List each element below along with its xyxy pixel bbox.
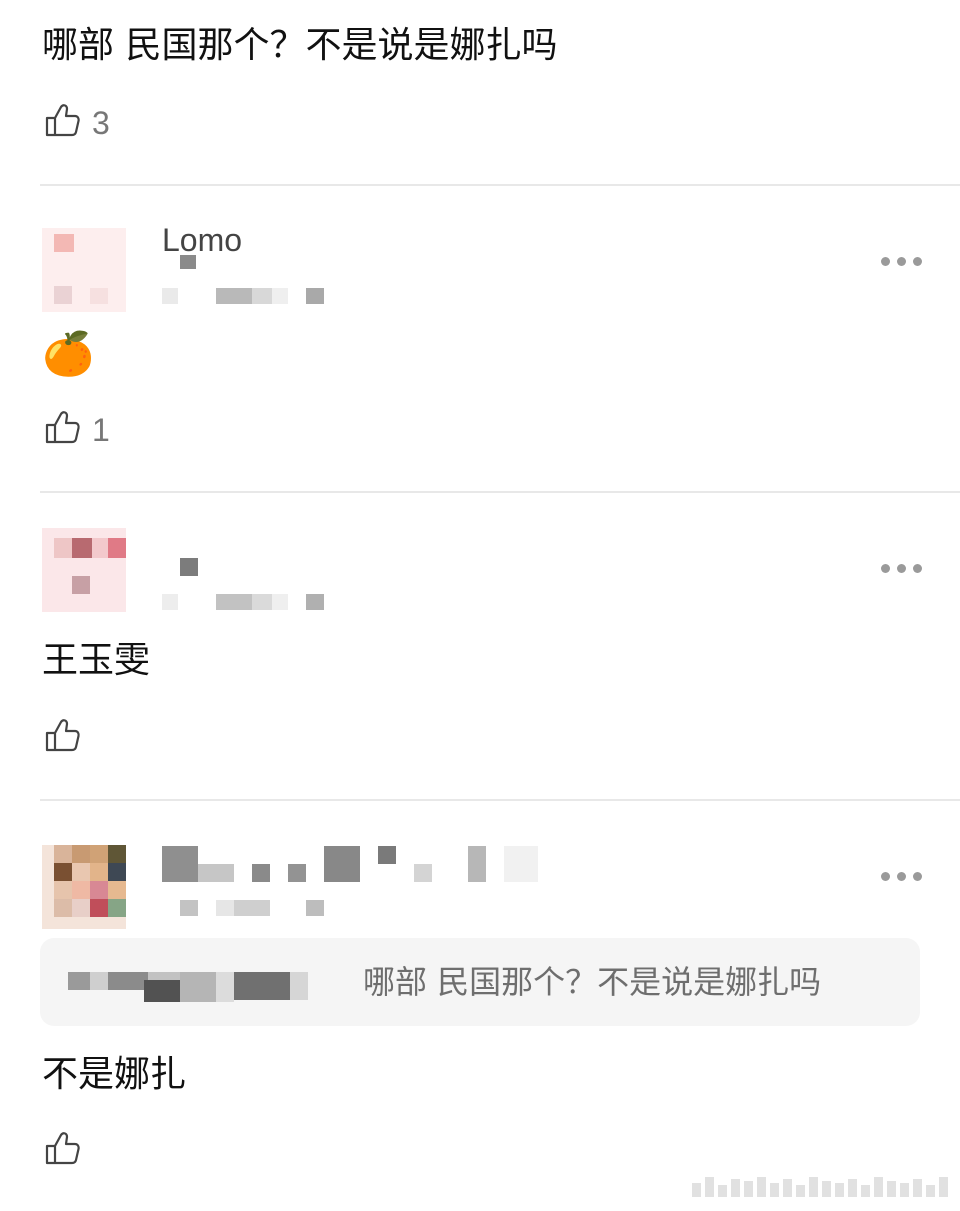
divider — [40, 799, 960, 801]
thumbs-up-icon — [42, 408, 82, 452]
more-icon[interactable] — [881, 558, 922, 578]
divider — [40, 491, 960, 493]
like-button[interactable] — [42, 716, 92, 760]
like-button[interactable]: 3 — [42, 101, 110, 145]
thumbs-up-icon — [42, 716, 82, 760]
thumbs-up-icon — [42, 1129, 82, 1173]
divider — [40, 184, 960, 186]
thumbs-up-icon — [42, 101, 82, 145]
comment-text: 不是娜扎 — [42, 1054, 187, 1095]
more-icon[interactable] — [881, 251, 922, 271]
avatar[interactable] — [42, 845, 126, 929]
like-button[interactable] — [42, 1129, 92, 1173]
watermark — [692, 1177, 948, 1197]
quoted-comment-text: 哪部 民国那个？不是说是娜扎吗 — [363, 963, 822, 1001]
comment-text: 哪部 民国那个？不是说是娜扎吗 — [42, 25, 558, 66]
like-count: 1 — [92, 411, 110, 448]
like-button[interactable]: 1 — [42, 408, 110, 452]
username[interactable]: Lomo — [162, 222, 242, 259]
avatar[interactable] — [42, 228, 126, 312]
quoted-reply[interactable]: 哪部 民国那个？不是说是娜扎吗 — [40, 938, 920, 1026]
more-icon[interactable] — [881, 866, 922, 886]
comment-emoji: 🍊 — [42, 329, 95, 378]
like-count: 3 — [92, 104, 110, 141]
comment-text: 王玉雯 — [42, 640, 151, 681]
avatar[interactable] — [42, 528, 126, 612]
